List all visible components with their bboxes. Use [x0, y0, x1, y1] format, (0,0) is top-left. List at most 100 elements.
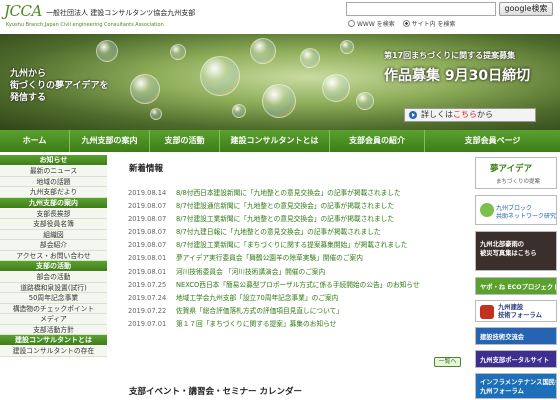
- sidebar-item-50th[interactable]: 50周年記念事業: [0, 293, 107, 304]
- banner-tech-exchange[interactable]: 建設技術交流会: [475, 327, 557, 345]
- google-search-button[interactable]: google検索: [499, 2, 553, 16]
- sidebar-item-bridge[interactable]: 道路橋和泉設置(試行): [0, 282, 107, 293]
- main-nav: ホーム 九州支部の案内 支部の活動 建設コンサルタントとは 支部会員の紹介 支部…: [0, 130, 560, 152]
- banner-mutual-aid-line2: 共助ネットワーク研究会: [496, 213, 557, 220]
- sidebar-item-committee-activities[interactable]: 部会の活動: [0, 272, 107, 283]
- banner-infra-forum[interactable]: インフラメンテナンス国民会議 九州フォーラム: [475, 373, 557, 399]
- banner-dream-idea-title: 夢アイデア: [490, 164, 533, 174]
- events-section-title: 支部イベント・講習会・セミナー カレンダー: [129, 387, 302, 397]
- sidebar-item-branch-letter[interactable]: 九州支部だより: [0, 187, 107, 198]
- hero-announcement: 第17回まちづくりに関する提案募集 作品募集 9月30日締切 詳しくはこちらから: [384, 50, 554, 122]
- hero-title: 第17回まちづくりに関する提案募集: [384, 51, 516, 60]
- network-icon: [480, 203, 494, 217]
- news-title[interactable]: 第１７回「まちづくりに関する提案」募集のお知らせ: [176, 320, 336, 328]
- news-item[interactable]: 2019.08.14 8/8付西日本建設新聞に「九地整との意見交換会」の記事が掲載…: [128, 187, 464, 200]
- news-title[interactable]: 8/7付九建日報に「九地整との意見交換会」の記事が掲載されました: [176, 228, 381, 236]
- news-title[interactable]: 8/7付建設工業新聞に「まちづくりに関する提案募集開始」が掲載されました: [176, 241, 407, 249]
- news-list: 2019.08.14 8/8付西日本建設新聞に「九地整との意見交換会」の記事が掲載…: [128, 187, 464, 331]
- bubble-image: [300, 48, 320, 68]
- sidebar-item-local-topics[interactable]: 地域の話題: [0, 176, 107, 187]
- banner-tech-forum-line1: 九州建設: [498, 304, 524, 311]
- arrow-right-icon: [409, 111, 417, 119]
- banner-mutual-aid-network[interactable]: 九州ブロック 共助ネットワーク研究会: [475, 195, 557, 225]
- news-title[interactable]: 河川技術委員会 「河川技術講演会」開催のご案内: [176, 268, 325, 276]
- news-title[interactable]: 夢アイデア実行委員会「舞鶴公園羊の除草実験」開催のご案内: [176, 254, 363, 262]
- news-item[interactable]: 2019.07.25 NEXCO西日本「簡易公募型プロポーザル方式に係る手続開始の…: [128, 279, 464, 292]
- nav-member-page[interactable]: 支部会員ページ: [425, 130, 560, 152]
- bubble-image: [356, 92, 374, 110]
- hero-tagline-line3: 発信する: [10, 93, 47, 103]
- bubble-image: [150, 108, 162, 120]
- nav-branch-info[interactable]: 九州支部の案内: [70, 130, 150, 152]
- banner-tech-forum[interactable]: 九州建設 技術フォーラム: [475, 300, 557, 322]
- hero-deadline: 作品募集 9月30日締切: [384, 68, 531, 84]
- sidebar-head-branch: 九州支部の案内: [0, 197, 107, 208]
- banner-disaster-line1: 九州北部豪雨の: [480, 241, 525, 248]
- news-item[interactable]: 2019.08.07 8/7付建設通信新聞に「九地整との意見交換会」の記事が掲載さ…: [128, 200, 464, 213]
- search-input[interactable]: [346, 2, 496, 16]
- hero-tagline-line1: 九州から: [10, 69, 47, 79]
- banner-disaster-photos[interactable]: 九州北部豪雨の 被災写真集はこちら: [475, 231, 557, 271]
- nav-members[interactable]: 支部会員の紹介: [330, 130, 425, 152]
- sidebar-item-officers[interactable]: 支部役員名簿: [0, 219, 107, 230]
- sidebar-item-checkpoints[interactable]: 構造物のチェックポイント: [0, 303, 107, 314]
- news-title[interactable]: 8/8付西日本建設新聞に「九地整との意見交換会」の記事が掲載されました: [176, 189, 401, 197]
- news-date: 2019.08.07: [128, 228, 167, 237]
- bubble-image: [170, 44, 186, 60]
- sidebar-item-media[interactable]: メディア: [0, 314, 107, 325]
- search-area: google検索 WWW を検索 サイト内 を検索: [346, 2, 556, 32]
- news-item[interactable]: 2019.08.07 8/7付九建日報に「九地整との意見交換会」の記事が掲載されま…: [128, 226, 464, 239]
- logo-org-name: 一般社団法人 建設コンサルタンツ協会九州支部: [46, 9, 196, 17]
- news-list-more-button[interactable]: 一覧へ: [434, 357, 461, 367]
- nav-home[interactable]: ホーム: [0, 130, 70, 152]
- sidebar-item-org-chart[interactable]: 組織図: [0, 229, 107, 240]
- sidebar-item-latest-news[interactable]: 最新のニュース: [0, 166, 107, 177]
- banner-eco-project[interactable]: ヤポ・ね ECOプロジェクト: [475, 277, 557, 295]
- sidebar-item-existence[interactable]: 建設コンサルタントの存在: [0, 346, 107, 357]
- hero-banner[interactable]: 九州から 街づくりの夢アイデアを 発信する 第17回まちづくりに関する提案募集 …: [0, 34, 560, 130]
- news-item[interactable]: 2019.08.01 河川技術委員会 「河川技術講演会」開催のご案内: [128, 266, 464, 279]
- hero-details-button[interactable]: 詳しくはこちらから: [404, 108, 536, 122]
- news-title[interactable]: 佐賀県「総合評価落札方式の評価項目見直しについて」: [176, 307, 343, 315]
- sidebar-item-greeting[interactable]: 支部長挨拶: [0, 208, 107, 219]
- banner-portal-text: 九州支部ポータルサイト: [480, 357, 550, 364]
- page: JCCA 一般社団法人 建設コンサルタンツ協会九州支部 Kyushu Branc…: [0, 0, 560, 400]
- news-title[interactable]: 8/7付建設通信新聞に「九地整との意見交換会」の記事が掲載されました: [176, 202, 394, 210]
- site-logo[interactable]: JCCA 一般社団法人 建設コンサルタンツ協会九州支部 Kyushu Branc…: [4, 2, 195, 32]
- site-header: JCCA 一般社団法人 建設コンサルタンツ協会九州支部 Kyushu Branc…: [0, 0, 560, 34]
- forum-icon: [480, 305, 494, 319]
- banner-infra-text: インフラメンテナンス国民会議 九州フォーラム: [480, 378, 556, 396]
- hero-details-prefix: 詳しくは: [421, 110, 453, 119]
- sidebar-item-access[interactable]: アクセス・お問い合わせ: [0, 250, 107, 261]
- news-date: 2019.07.01: [128, 319, 167, 328]
- news-item[interactable]: 2019.08.07 8/7付建設工業新聞に「まちづくりに関する提案募集開始」が掲…: [128, 239, 464, 252]
- banner-disaster-line2: 被災写真集はこちら: [480, 250, 537, 257]
- news-date: 2019.08.01: [128, 267, 167, 276]
- sidebar: お知らせ 最新のニュース 地域の話題 九州支部だより 九州支部の案内 支部長挨拶…: [0, 155, 107, 400]
- bubble-image: [262, 84, 296, 118]
- hero-tagline: 九州から 街づくりの夢アイデアを 発信する: [10, 68, 109, 104]
- news-title[interactable]: 地域工学会九州支部「設立70周年記念事業」のご案内: [176, 294, 338, 302]
- nav-activities[interactable]: 支部の活動: [150, 130, 220, 152]
- news-item[interactable]: 2019.07.24 地域工学会九州支部「設立70周年記念事業」のご案内: [128, 292, 464, 305]
- news-item[interactable]: 2019.07.22 佐賀県「総合評価落札方式の評価項目見直しについて」: [128, 305, 464, 318]
- banner-infra-line1: インフラメンテナンス国民会議: [480, 379, 556, 386]
- radio-site[interactable]: [402, 20, 410, 27]
- news-item[interactable]: 2019.08.01 夢アイデア実行委員会「舞鶴公園羊の除草実験」開催のご案内: [128, 252, 464, 265]
- banner-infra-line2: 九州フォーラム: [480, 388, 524, 395]
- hero-details-suffix: から: [477, 110, 493, 119]
- news-item[interactable]: 2019.08.07 8/7付建設工業新聞に「九地整との意見交換会」の記事が掲載さ…: [128, 213, 464, 226]
- news-title[interactable]: NEXCO西日本「簡易公募型プロポーザル方式に係る手続開始の公告」のお知らせ: [176, 281, 420, 289]
- sidebar-item-committees[interactable]: 部会紹介: [0, 240, 107, 251]
- news-title[interactable]: 8/7付建設工業新聞に「九地整との意見交換会」の記事が掲載されました: [176, 215, 394, 223]
- nav-about-consultants[interactable]: 建設コンサルタントとは: [220, 130, 330, 152]
- logo-english-name: Kyushu Branch,Japan Civil engineering Co…: [6, 22, 164, 28]
- radio-www[interactable]: [348, 20, 355, 27]
- news-item[interactable]: 2019.07.01 第１７回「まちづくりに関する提案」募集のお知らせ: [128, 318, 464, 331]
- banner-column: 夢アイデア まちづくりの提案 九州ブロック 共助ネットワーク研究会 九州北部豪雨…: [475, 155, 560, 400]
- banner-mutual-aid-line1: 九州ブロック: [496, 205, 533, 212]
- banner-portal-site[interactable]: 九州支部ポータルサイト: [475, 350, 557, 368]
- news-date: 2019.08.07: [128, 215, 167, 224]
- banner-dream-idea[interactable]: 夢アイデア まちづくりの提案: [475, 157, 557, 189]
- sidebar-item-policy[interactable]: 支部活動方針: [0, 324, 107, 335]
